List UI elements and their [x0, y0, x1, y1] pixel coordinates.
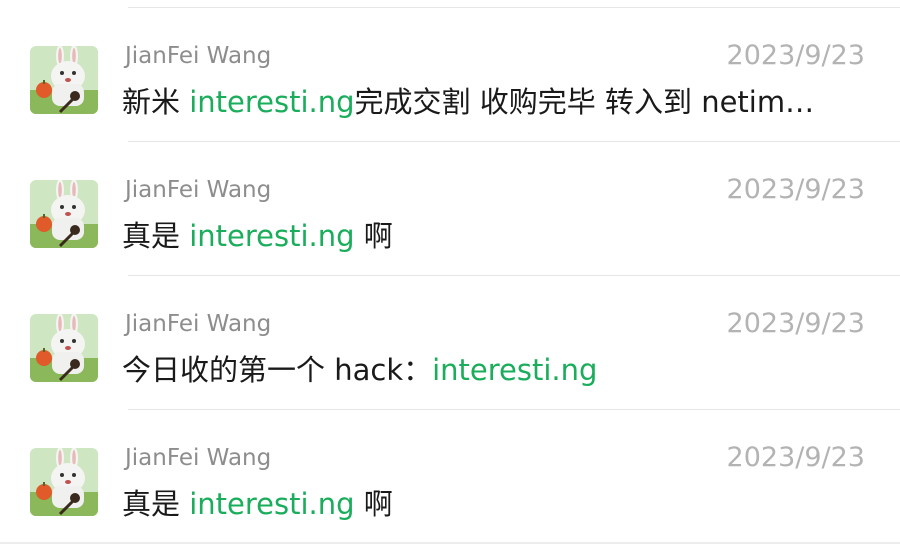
message-link[interactable]: interesti.ng [189, 85, 354, 119]
sender-name: JianFei Wang [125, 43, 272, 69]
message-text: 啊 [354, 487, 393, 521]
message-link[interactable]: interesti.ng [432, 353, 597, 387]
bunny-avatar-icon[interactable] [30, 180, 98, 248]
message-link[interactable]: interesti.ng [189, 487, 354, 521]
message-row[interactable]: JianFei Wang 2023/9/23 真是 interesti.ng 啊 [0, 410, 900, 544]
sender-name: JianFei Wang [125, 311, 272, 337]
message-preview: 真是 interesti.ng 啊 [122, 218, 862, 254]
message-text: 真是 [122, 487, 190, 521]
message-text: 真是 [122, 219, 190, 253]
message-date: 2023/9/23 [726, 442, 865, 473]
message-text: 新米 [122, 85, 190, 119]
message-preview: 今日收的第一个 hack：interesti.ng [122, 352, 862, 388]
message-preview: 真是 interesti.ng 啊 [122, 486, 862, 522]
sender-name: JianFei Wang [125, 177, 272, 203]
message-link[interactable]: interesti.ng [189, 219, 354, 253]
sender-name: JianFei Wang [125, 445, 272, 471]
message-row[interactable]: JianFei Wang 2023/9/23 今日收的第一个 hack：inte… [0, 276, 900, 410]
message-row[interactable]: JianFei Wang 2023/9/23 真是 interesti.ng 啊 [0, 142, 900, 276]
message-list: JianFei Wang 2023/9/23 新米 interesti.ng完成… [0, 8, 900, 544]
message-text: 完成交割 收购完毕 转入到 netim… [354, 85, 815, 119]
message-date: 2023/9/23 [726, 308, 865, 339]
message-text: 啊 [354, 219, 393, 253]
bunny-avatar-icon[interactable] [30, 448, 98, 516]
message-row[interactable]: JianFei Wang 2023/9/23 新米 interesti.ng完成… [0, 8, 900, 142]
message-text: 今日收的第一个 hack： [122, 353, 433, 387]
message-preview: 新米 interesti.ng完成交割 收购完毕 转入到 netim… [122, 84, 862, 120]
bunny-avatar-icon[interactable] [30, 314, 98, 382]
bunny-avatar-icon[interactable] [30, 46, 98, 114]
message-date: 2023/9/23 [726, 174, 865, 205]
message-date: 2023/9/23 [726, 40, 865, 71]
